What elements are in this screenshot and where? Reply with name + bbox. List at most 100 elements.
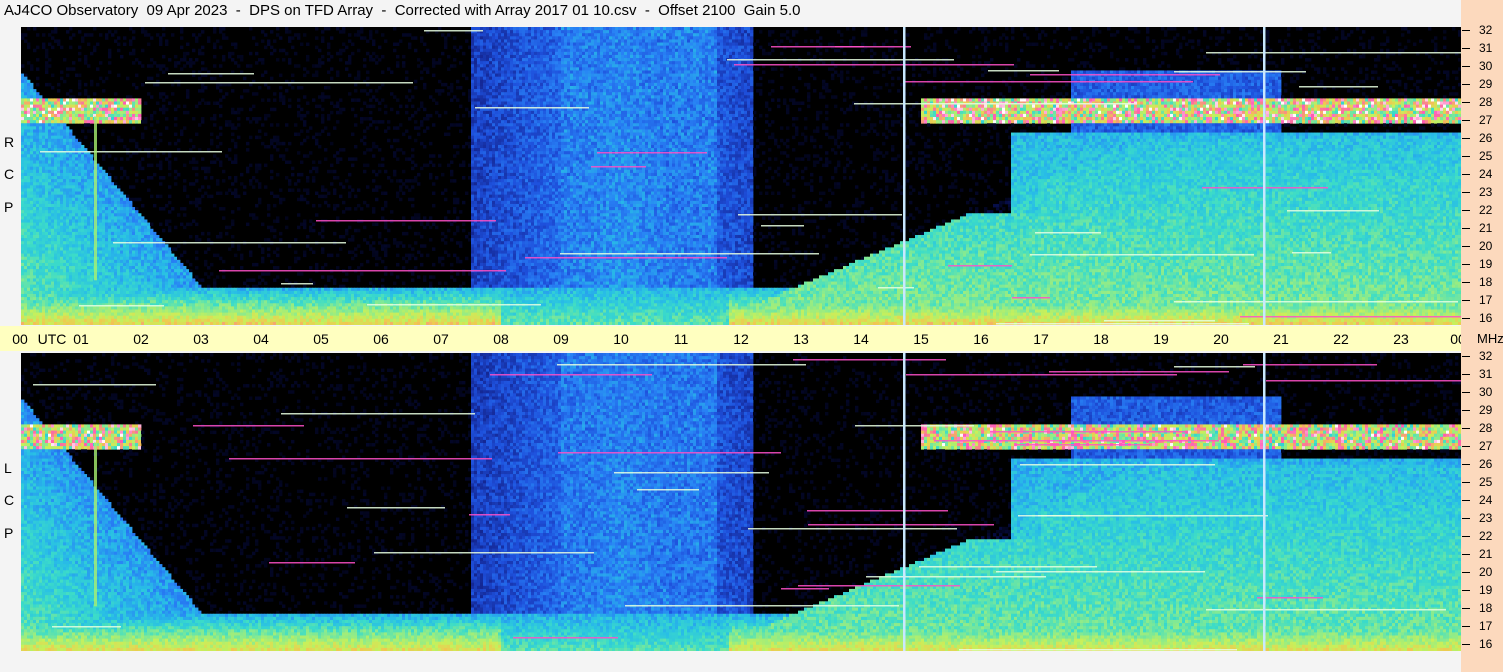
freq-tick xyxy=(1462,48,1470,49)
lcp-freq-label-25: 25 xyxy=(1479,475,1492,489)
lcp-freq-label-20: 20 xyxy=(1479,565,1492,579)
lcp-freq-label-30: 30 xyxy=(1479,385,1492,399)
chart-title: AJ4CO Observatory 09 Apr 2023 - DPS on T… xyxy=(4,2,800,19)
lcp-freq-label-24: 24 xyxy=(1479,493,1492,507)
rcp-freq-label-18: 18 xyxy=(1479,275,1492,289)
freq-tick xyxy=(1462,482,1470,483)
freq-tick xyxy=(1462,374,1470,375)
rcp-freq-label-26: 26 xyxy=(1479,131,1492,145)
freq-tick xyxy=(1462,282,1470,283)
freq-tick xyxy=(1462,102,1470,103)
lcp-freq-label-23: 23 xyxy=(1479,511,1492,525)
freq-tick xyxy=(1462,30,1470,31)
rcp-freq-label-32: 32 xyxy=(1479,23,1492,37)
rcp-spectrogram-svg xyxy=(21,27,1461,325)
freq-tick xyxy=(1462,608,1470,609)
rcp-label-area: R C P xyxy=(0,27,21,325)
time-label-6: 06 xyxy=(373,331,389,347)
rcp-letter-r: R xyxy=(4,134,14,150)
lcp-freq-label-28: 28 xyxy=(1479,421,1492,435)
time-label-19: 19 xyxy=(1153,331,1169,347)
time-label-7: 07 xyxy=(433,331,449,347)
freq-tick xyxy=(1462,210,1470,211)
rcp-freq-label-25: 25 xyxy=(1479,149,1492,163)
freq-tick xyxy=(1462,410,1470,411)
rcp-freq-label-22: 22 xyxy=(1479,203,1492,217)
time-label-22: 22 xyxy=(1333,331,1349,347)
freq-tick xyxy=(1462,644,1470,645)
rcp-freq-label-17: 17 xyxy=(1479,293,1492,307)
time-label-13: 13 xyxy=(793,331,809,347)
lcp-freq-label-32: 32 xyxy=(1479,349,1492,363)
rcp-freq-label-16: 16 xyxy=(1479,311,1492,325)
freq-tick xyxy=(1462,138,1470,139)
lcp-spectrogram-svg xyxy=(21,353,1461,651)
freq-tick xyxy=(1462,66,1470,67)
rcp-freq-label-30: 30 xyxy=(1479,59,1492,73)
time-label-18: 18 xyxy=(1093,331,1109,347)
time-label-5: 05 xyxy=(313,331,329,347)
rcp-freq-label-21: 21 xyxy=(1479,221,1492,235)
freq-tick xyxy=(1462,192,1470,193)
lcp-freq-label-19: 19 xyxy=(1479,583,1492,597)
time-label-10: 10 xyxy=(613,331,629,347)
mhz-unit-label: MHz xyxy=(1477,331,1503,346)
freq-tick xyxy=(1462,156,1470,157)
lcp-letter-l: L xyxy=(4,460,12,476)
freq-tick xyxy=(1462,120,1470,121)
time-label-1: 01 xyxy=(73,331,89,347)
lcp-freq-label-26: 26 xyxy=(1479,457,1492,471)
freq-tick xyxy=(1462,446,1470,447)
freq-tick xyxy=(1462,228,1470,229)
utc-unit-label: UTC xyxy=(38,331,67,347)
time-label-21: 21 xyxy=(1273,331,1289,347)
lcp-freq-label-21: 21 xyxy=(1479,547,1492,561)
freq-tick xyxy=(1462,300,1470,301)
rcp-freq-label-28: 28 xyxy=(1479,95,1492,109)
time-label-23: 23 xyxy=(1393,331,1409,347)
freq-tick xyxy=(1462,318,1470,319)
time-label-8: 08 xyxy=(493,331,509,347)
rcp-freq-label-19: 19 xyxy=(1479,257,1492,271)
time-label-11: 11 xyxy=(674,331,689,347)
lcp-spectrogram xyxy=(21,353,1461,651)
freq-tick xyxy=(1462,464,1470,465)
lcp-freq-label-31: 31 xyxy=(1479,367,1492,381)
rcp-freq-label-27: 27 xyxy=(1479,113,1492,127)
rcp-freq-label-20: 20 xyxy=(1479,239,1492,253)
freq-tick xyxy=(1462,428,1470,429)
freq-tick xyxy=(1462,500,1470,501)
freq-tick xyxy=(1462,536,1470,537)
freq-tick xyxy=(1462,518,1470,519)
rcp-letter-c: C xyxy=(4,166,14,182)
time-label-17: 17 xyxy=(1033,331,1049,347)
freq-tick xyxy=(1462,572,1470,573)
rcp-letter-p: P xyxy=(4,199,13,215)
lcp-label-area: L C P xyxy=(0,353,21,651)
freq-tick xyxy=(1462,626,1470,627)
time-label-12: 12 xyxy=(733,331,749,347)
time-label-14: 14 xyxy=(853,331,869,347)
freq-tick xyxy=(1462,264,1470,265)
freq-tick xyxy=(1462,392,1470,393)
time-label-20: 20 xyxy=(1213,331,1229,347)
time-label-0: 00 xyxy=(12,331,28,347)
time-label-9: 09 xyxy=(553,331,569,347)
lcp-freq-label-27: 27 xyxy=(1479,439,1492,453)
rcp-freq-label-24: 24 xyxy=(1479,167,1492,181)
lcp-freq-label-29: 29 xyxy=(1479,403,1492,417)
time-label-3: 03 xyxy=(193,331,209,347)
freq-tick xyxy=(1462,174,1470,175)
freq-tick xyxy=(1462,246,1470,247)
lcp-freq-label-22: 22 xyxy=(1479,529,1492,543)
rcp-freq-label-29: 29 xyxy=(1479,77,1492,91)
time-label-15: 15 xyxy=(913,331,929,347)
freq-tick xyxy=(1462,356,1470,357)
rcp-freq-label-31: 31 xyxy=(1479,41,1492,55)
time-label-4: 04 xyxy=(253,331,269,347)
lcp-freq-label-16: 16 xyxy=(1479,637,1492,651)
lcp-letter-c: C xyxy=(4,492,14,508)
time-label-2: 02 xyxy=(133,331,149,347)
freq-tick xyxy=(1462,84,1470,85)
freq-tick xyxy=(1462,554,1470,555)
